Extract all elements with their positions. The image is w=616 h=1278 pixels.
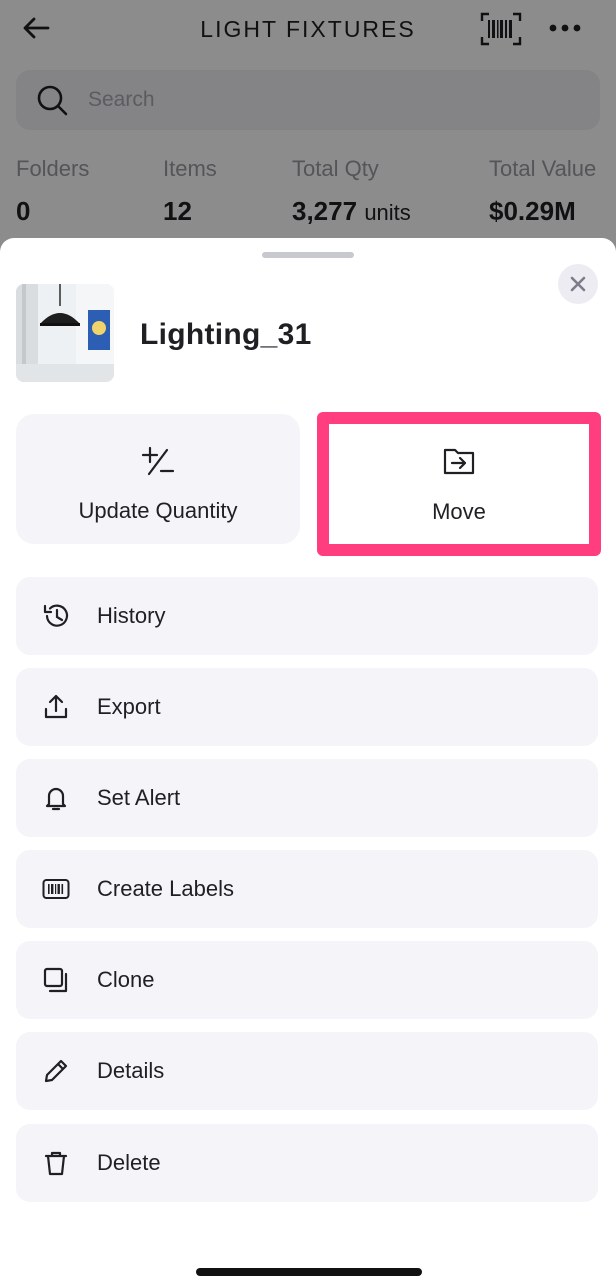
menu-item-label: Clone xyxy=(97,967,155,992)
menu-item-label: Delete xyxy=(97,1150,161,1175)
pencil-icon xyxy=(44,1059,68,1083)
close-button[interactable] xyxy=(558,264,598,304)
item-thumbnail xyxy=(16,284,114,382)
menu-item-history[interactable]: History xyxy=(16,577,598,655)
home-indicator xyxy=(196,1268,422,1276)
menu-item-label: Export xyxy=(97,694,161,719)
history-icon xyxy=(43,604,69,627)
menu-item-set-alert[interactable]: Set Alert xyxy=(16,759,598,837)
update-quantity-button[interactable]: Update Quantity xyxy=(16,414,300,544)
menu-item-label: History xyxy=(97,603,166,628)
bell-icon xyxy=(45,787,67,811)
menu-item-label: Set Alert xyxy=(97,785,181,810)
item-actions-sheet: Lighting_31 Update Quantity Move History xyxy=(0,238,616,1278)
close-icon xyxy=(570,276,586,292)
menu-item-label: Details xyxy=(97,1058,165,1083)
menu-item-create-labels[interactable]: Create Labels xyxy=(16,850,598,928)
move-highlight: Move xyxy=(317,412,601,556)
clone-icon xyxy=(43,967,68,993)
menu-item-details[interactable]: Details xyxy=(16,1032,598,1110)
folder-move-icon xyxy=(443,448,475,475)
update-quantity-label: Update Quantity xyxy=(78,498,238,523)
barcode-icon xyxy=(42,879,70,899)
move-button[interactable]: Move xyxy=(329,424,589,544)
item-name: Lighting_31 xyxy=(140,318,312,351)
pendant-lamp-photo xyxy=(16,284,114,382)
menu-item-label: Create Labels xyxy=(97,876,234,901)
plus-minus-icon xyxy=(141,446,175,476)
trash-icon xyxy=(44,1151,68,1176)
move-label: Move xyxy=(432,499,486,524)
menu-item-delete[interactable]: Delete xyxy=(16,1124,598,1202)
menu-item-clone[interactable]: Clone xyxy=(16,941,598,1019)
sheet-grabber[interactable] xyxy=(262,252,354,258)
export-icon xyxy=(44,694,68,719)
menu-item-export[interactable]: Export xyxy=(16,668,598,746)
